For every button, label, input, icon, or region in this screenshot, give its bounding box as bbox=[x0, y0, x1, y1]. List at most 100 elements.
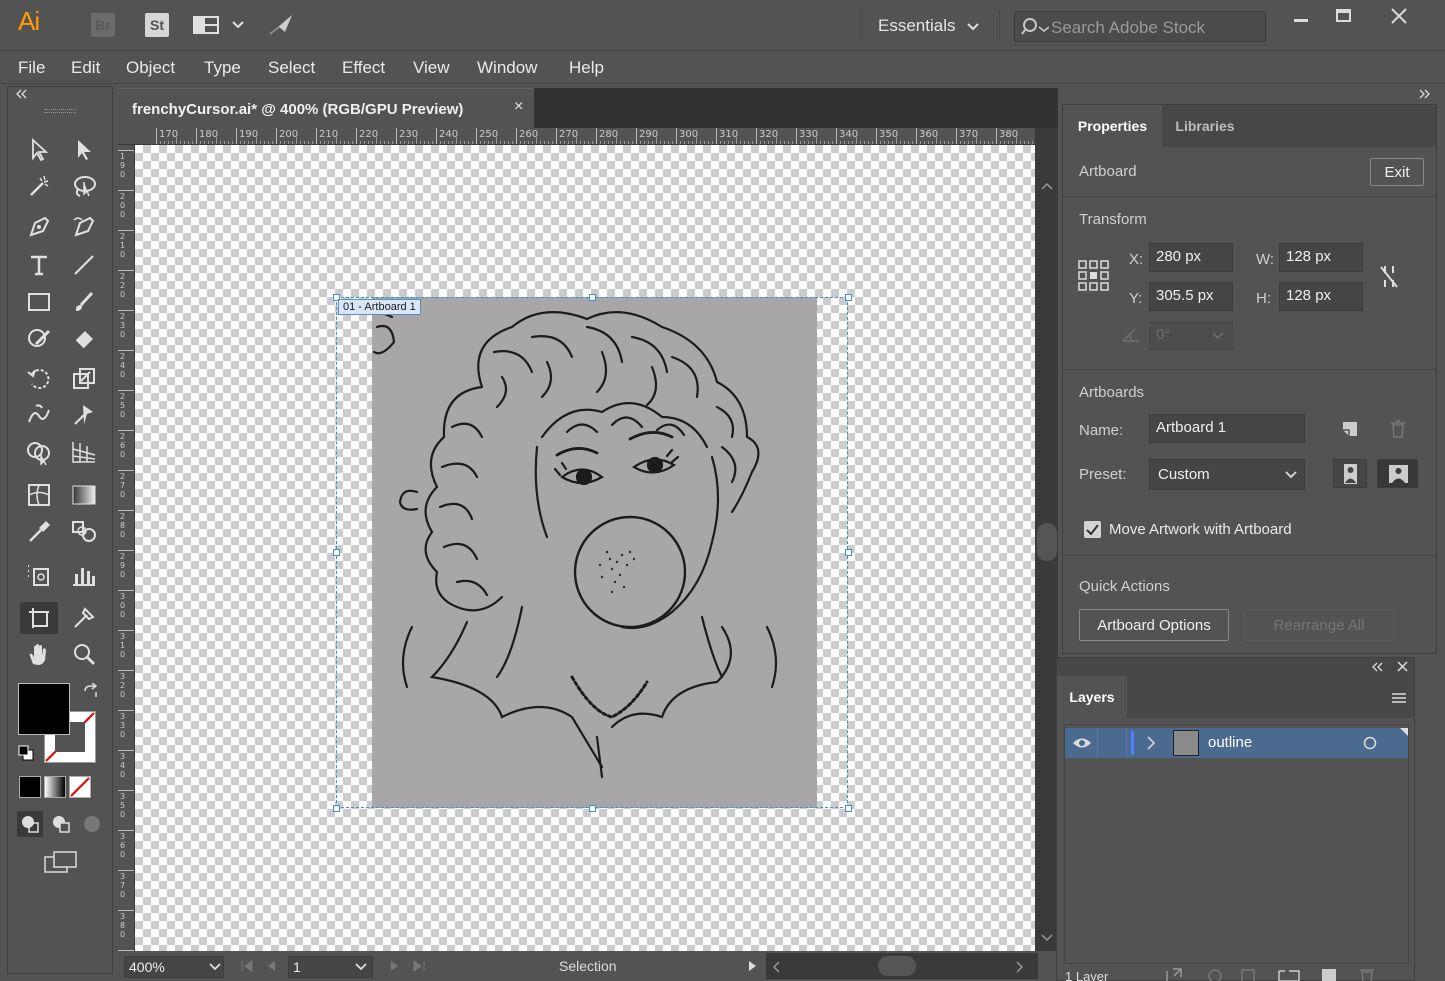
scroll-thumb[interactable] bbox=[878, 956, 916, 976]
puppet-warp-tool-icon[interactable] bbox=[65, 399, 103, 431]
tab-layers[interactable]: Layers bbox=[1057, 676, 1127, 718]
collapse-panel-icon[interactable] bbox=[1371, 662, 1385, 672]
lock-toggle[interactable] bbox=[1097, 728, 1127, 758]
rotate-tool-icon[interactable] bbox=[20, 363, 58, 395]
tab-properties[interactable]: Properties bbox=[1063, 105, 1162, 147]
lasso-tool-icon[interactable] bbox=[65, 170, 103, 202]
chevron-down-icon[interactable] bbox=[1285, 471, 1297, 479]
fill-swatch[interactable] bbox=[18, 683, 70, 735]
exit-button[interactable]: Exit bbox=[1370, 158, 1424, 186]
draw-behind-icon[interactable] bbox=[48, 811, 74, 837]
vertical-scrollbar[interactable] bbox=[1035, 128, 1058, 951]
resize-handle[interactable] bbox=[589, 294, 596, 301]
w-input[interactable]: 128 px bbox=[1279, 243, 1363, 272]
menu-edit[interactable]: Edit bbox=[71, 58, 100, 78]
y-input[interactable]: 305.5 px bbox=[1149, 282, 1233, 311]
delete-artboard-icon[interactable] bbox=[1390, 420, 1406, 438]
stock-button[interactable]: St bbox=[145, 13, 169, 37]
zoom-level-field[interactable]: 400% bbox=[124, 956, 224, 978]
new-artboard-icon[interactable] bbox=[1341, 420, 1359, 438]
none-mode-icon[interactable] bbox=[69, 776, 91, 798]
screen-mode-icon[interactable] bbox=[43, 849, 79, 877]
resize-handle[interactable] bbox=[589, 805, 596, 812]
close-window-button[interactable] bbox=[1382, 0, 1418, 34]
prev-artboard-icon[interactable] bbox=[266, 960, 276, 972]
horizontal-ruler[interactable]: 170 180 190 200 210 220 230 240 250 260 270 280 290 3… bbox=[118, 128, 1043, 145]
horizontal-scrollbar[interactable] bbox=[766, 953, 1038, 979]
scroll-down-icon[interactable] bbox=[1041, 934, 1053, 942]
target-icon[interactable] bbox=[1363, 736, 1377, 750]
magic-wand-tool-icon[interactable] bbox=[20, 170, 58, 202]
collapse-toolbar-icon[interactable] bbox=[14, 89, 30, 99]
menu-type[interactable]: Type bbox=[204, 58, 241, 78]
scroll-right-icon[interactable] bbox=[1016, 961, 1024, 973]
mesh-tool-icon[interactable] bbox=[20, 479, 58, 511]
line-tool-icon[interactable] bbox=[65, 249, 103, 281]
arrange-documents-icon[interactable] bbox=[193, 14, 247, 36]
maximize-button[interactable] bbox=[1326, 0, 1362, 34]
shaper-tool-icon[interactable] bbox=[20, 322, 58, 354]
close-tab-button[interactable]: × bbox=[514, 98, 523, 116]
bridge-button[interactable]: Br bbox=[91, 13, 115, 37]
chevron-down-icon[interactable] bbox=[355, 963, 367, 971]
new-layer-icon[interactable] bbox=[1320, 967, 1338, 981]
tab-libraries[interactable]: Libraries bbox=[1162, 105, 1248, 147]
artboard-name-input[interactable]: Artboard 1 bbox=[1149, 414, 1305, 443]
chevron-down-icon[interactable] bbox=[209, 963, 221, 971]
symbol-sprayer-tool-icon[interactable] bbox=[20, 559, 58, 591]
color-mode-icon[interactable] bbox=[19, 776, 41, 798]
resize-handle[interactable] bbox=[845, 805, 852, 812]
vertical-ruler[interactable]: 190 200 210 220 230 240 250 260 270 280 290 300 310 3… bbox=[118, 145, 135, 951]
locate-object-icon[interactable] bbox=[1207, 967, 1223, 981]
panel-menu-icon[interactable] bbox=[1391, 692, 1407, 704]
eraser-tool-icon[interactable] bbox=[65, 322, 103, 354]
chevron-right-icon[interactable] bbox=[1146, 736, 1156, 750]
h-input[interactable]: 128 px bbox=[1279, 282, 1363, 311]
selection-tool-icon[interactable] bbox=[20, 133, 58, 165]
paintbrush-tool-icon[interactable] bbox=[65, 286, 103, 318]
rectangle-tool-icon[interactable] bbox=[20, 286, 58, 318]
status-menu-icon[interactable] bbox=[748, 960, 758, 972]
rearrange-all-button[interactable]: Rearrange All bbox=[1244, 609, 1394, 641]
eye-icon[interactable] bbox=[1072, 736, 1092, 750]
landscape-orientation-button[interactable] bbox=[1377, 459, 1418, 488]
eyedropper-tool-icon[interactable] bbox=[20, 516, 58, 548]
column-graph-tool-icon[interactable] bbox=[65, 559, 103, 591]
constrain-proportions-icon[interactable] bbox=[1377, 263, 1401, 291]
clipping-mask-icon[interactable] bbox=[1240, 967, 1256, 981]
artboard-options-button[interactable]: Artboard Options bbox=[1079, 609, 1229, 641]
type-tool-icon[interactable] bbox=[20, 249, 58, 281]
workspace-switcher[interactable]: Essentials bbox=[878, 16, 955, 36]
artboard-tool-icon[interactable] bbox=[20, 602, 58, 634]
resize-handle[interactable] bbox=[333, 805, 340, 812]
preset-select[interactable]: Custom bbox=[1149, 459, 1305, 490]
scroll-up-icon[interactable] bbox=[1041, 182, 1053, 190]
document-tab[interactable]: frenchyCursor.ai* @ 400% (RGB/GPU Previe… bbox=[118, 88, 534, 128]
next-artboard-icon[interactable] bbox=[390, 960, 400, 972]
new-sublayer-icon[interactable] bbox=[1277, 967, 1301, 981]
default-colors-icon[interactable] bbox=[18, 745, 34, 761]
artboard-number-field[interactable]: 1 bbox=[288, 956, 373, 978]
resize-handle[interactable] bbox=[845, 549, 852, 556]
scale-tool-icon[interactable] bbox=[65, 363, 103, 395]
menu-select[interactable]: Select bbox=[268, 58, 315, 78]
menu-effect[interactable]: Effect bbox=[342, 58, 385, 78]
layer-name[interactable]: outline bbox=[1208, 734, 1252, 751]
blend-tool-icon[interactable] bbox=[65, 516, 103, 548]
scroll-left-icon[interactable] bbox=[772, 961, 780, 973]
menu-file[interactable]: File bbox=[18, 58, 45, 78]
draw-normal-icon[interactable] bbox=[17, 811, 43, 837]
portrait-orientation-button[interactable] bbox=[1333, 459, 1367, 488]
close-panel-icon[interactable] bbox=[1397, 661, 1408, 672]
export-icon[interactable] bbox=[1165, 967, 1183, 981]
reference-point-icon[interactable] bbox=[1078, 260, 1110, 292]
move-artwork-checkbox[interactable] bbox=[1084, 521, 1101, 538]
resize-handle[interactable] bbox=[845, 294, 852, 301]
curvature-tool-icon[interactable] bbox=[65, 211, 103, 243]
minimize-button[interactable] bbox=[1283, 0, 1319, 34]
chevron-down-icon[interactable] bbox=[966, 22, 980, 32]
swap-colors-icon[interactable] bbox=[82, 683, 100, 701]
menu-window[interactable]: Window bbox=[477, 58, 537, 78]
resize-handle[interactable] bbox=[333, 549, 340, 556]
direct-selection-tool-icon[interactable] bbox=[65, 133, 103, 165]
